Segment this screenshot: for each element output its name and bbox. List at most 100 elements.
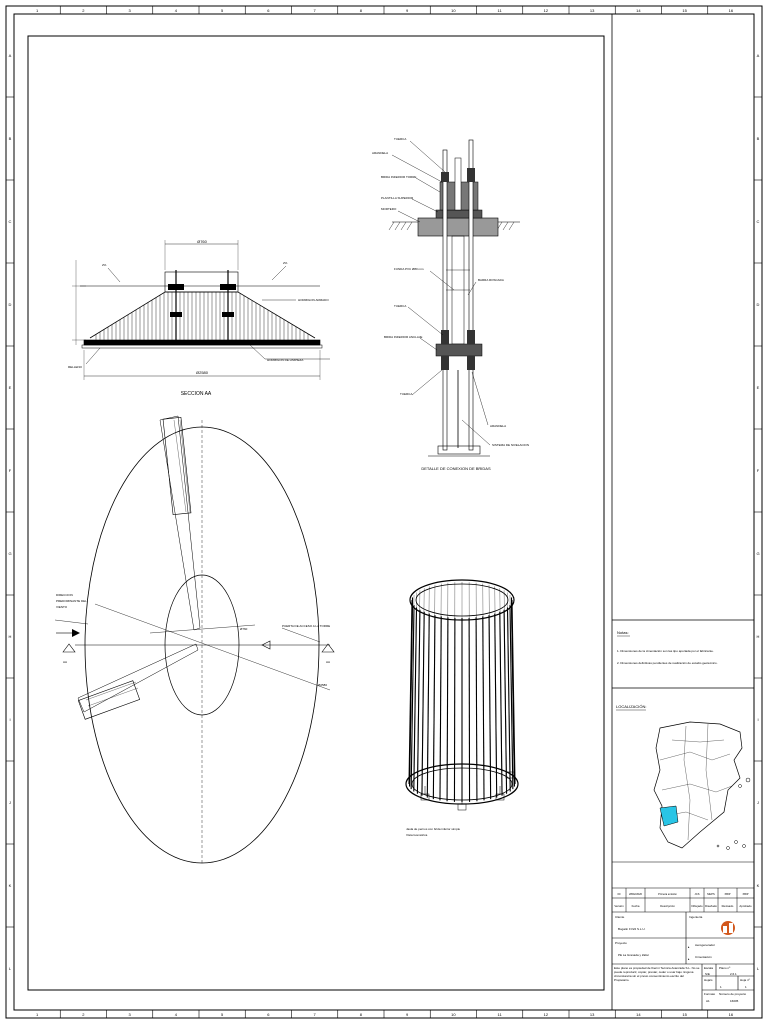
project-value: PE La Granada y Zafar <box>618 953 649 957</box>
wind-label-line1: DIRECCION <box>56 593 73 597</box>
subject-line1: Aerogenerador <box>695 943 715 947</box>
revision-header: Versión <box>614 904 624 908</box>
border-row-label: H <box>757 634 760 639</box>
border-row-label: B <box>9 136 12 141</box>
border-col-label: 16 <box>729 1012 734 1017</box>
notes-heading: Notas: <box>617 630 629 635</box>
plan-view-drawing <box>54 415 335 865</box>
plano-label: Plano nº <box>719 966 731 970</box>
border-row-label: I <box>9 717 10 722</box>
location-heading: LOCALIZACIÓN: <box>616 704 646 709</box>
border-row-label: D <box>757 302 760 307</box>
revision-cell: MHPS <box>707 892 715 896</box>
border-row-label: F <box>757 468 760 473</box>
border-col-label: 4 <box>175 8 178 13</box>
outer-frame <box>5 5 763 1019</box>
border-col-label: 11 <box>498 1012 503 1017</box>
border-row-label: I <box>757 717 758 722</box>
hoja-num-value: 1 <box>745 985 747 989</box>
border-col-label: 15 <box>682 8 687 13</box>
plan-dim-small: Ø760 <box>240 627 248 631</box>
border-row-label: K <box>9 883 12 888</box>
revision-header: Dibujado <box>691 904 702 908</box>
escala-label: Escala <box>704 966 713 970</box>
drawing-sheet: 1122334455667788991010111112121313141415… <box>5 5 763 1019</box>
border-col-label: 7 <box>314 8 317 13</box>
revision-cell: Primera emisión <box>658 892 677 896</box>
hojas-value: 1 <box>720 985 722 989</box>
border-col-label: 16 <box>729 8 734 13</box>
border-row-label: C <box>757 219 760 224</box>
border-col-label: 2 <box>82 8 85 13</box>
revision-cell: XBIP <box>725 892 731 896</box>
revision-cell: JCS <box>695 892 700 896</box>
section-marker-right: AA <box>326 660 330 664</box>
border-row-label: J <box>757 800 759 805</box>
border-col-label: 2 <box>82 1012 85 1017</box>
escala-value: S/E <box>705 972 710 976</box>
drawing-area-frame <box>27 35 605 991</box>
label-brida-torre: BRIDA INFERIOR TORRE <box>381 175 416 179</box>
section-marker-left: AA <box>63 660 67 664</box>
border-row-label: A <box>9 53 12 58</box>
label-plantilla: PLANTILLA SUPERIOR <box>381 196 414 200</box>
border-row-label: B <box>757 136 760 141</box>
border-col-label: 14 <box>636 8 641 13</box>
revision-header: Diseñado <box>705 904 717 908</box>
slope-right-label: 2% <box>283 261 288 265</box>
border-row-label: L <box>757 966 760 971</box>
numero-label: Número de proyecto <box>719 992 747 996</box>
label-sistema: SISTEMA DE NIVELACION <box>492 443 529 447</box>
company-logo-icon <box>721 921 735 935</box>
label-barra: BARRA ROSCADA <box>478 278 504 282</box>
border-col-label: 9 <box>406 8 409 13</box>
label-arandela-top: ARANDELA <box>372 151 388 155</box>
revision-header: Aprobado <box>739 904 752 908</box>
wind-label-line3: VIENTO <box>56 605 68 609</box>
border-grid-labels: 1122334455667788991010111112121313141415… <box>8 8 759 1017</box>
border-col-label: 7 <box>314 1012 317 1017</box>
label-hormigon-limpieza: HORMIGON DE LIMPIEZA <box>267 358 303 362</box>
cage-caption-line1: Jaula de pernos con brida inferior simpl… <box>406 827 460 831</box>
section-aa-title: SECCION AA <box>181 391 212 397</box>
client-label: Cliente <box>615 915 625 919</box>
label-brida-anclaje: BRIDA INFERIOR ANCLAJE <box>384 335 422 339</box>
border-col-label: 11 <box>498 8 503 13</box>
border-grid-ticks <box>6 6 762 1018</box>
border-col-label: 3 <box>129 1012 132 1017</box>
border-col-label: 1 <box>36 8 39 13</box>
border-row-label: L <box>9 966 12 971</box>
revision-cell: XBIP <box>743 892 749 896</box>
project-label: Proyecto <box>615 941 627 945</box>
border-row-label: H <box>9 634 12 639</box>
revision-cell: 00 <box>618 892 621 896</box>
label-funda: FUNDA PVC Ø80 mm <box>394 267 424 271</box>
revision-table: 00 28/02/2020 Primera emisión JCS MHPS XBIP XB… <box>614 888 752 912</box>
border-col-label: 5 <box>221 8 224 13</box>
label-mortero: MORTERO <box>381 207 397 211</box>
subject-marker: ▸ <box>688 945 690 949</box>
border-row-label: J <box>9 800 11 805</box>
revision-cell: 28/02/2020 <box>629 892 643 896</box>
section-dim-bottom: Ø2580 <box>196 370 209 375</box>
border-col-label: 5 <box>221 1012 224 1017</box>
bolt-cage-isometric <box>405 579 519 811</box>
border-row-label: G <box>8 551 11 556</box>
subject-marker-2: ▸ <box>688 957 690 961</box>
border-col-label: 13 <box>590 8 595 13</box>
border-row-label: F <box>9 468 12 473</box>
revision-header: Revisado <box>722 904 734 908</box>
formato-label: Formato <box>704 992 716 996</box>
plan-dim-large: Ø2580 <box>318 683 327 687</box>
door-label: PUERTA DE ACCESO A LA TORRE <box>282 624 330 628</box>
border-col-label: 4 <box>175 1012 178 1017</box>
border-row-label: A <box>757 53 760 58</box>
subject-line2: Cimentación <box>695 955 712 959</box>
border-col-label: 8 <box>360 8 363 13</box>
note-item-1: 1. Dimensiones de la cimentación son las… <box>617 649 714 653</box>
border-col-label: 1 <box>36 1012 39 1017</box>
border-row-label: K <box>757 883 760 888</box>
client-value: Bogatin FV22 S.L.U. <box>618 927 646 931</box>
border-row-label: D <box>9 302 12 307</box>
wind-label-line2: PREDOMINANTE DEL <box>56 599 87 603</box>
